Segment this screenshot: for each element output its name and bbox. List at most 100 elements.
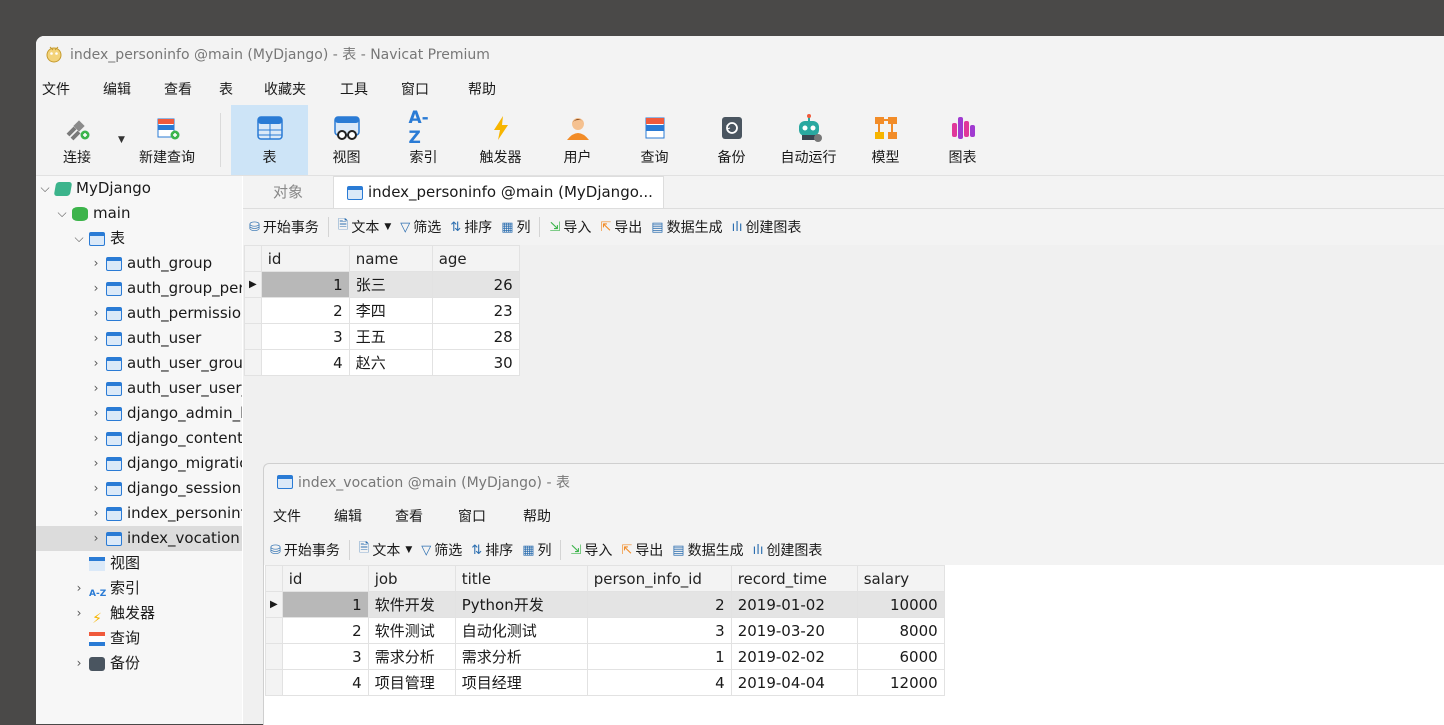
import-button[interactable]: ⇲ 导入 [570,540,612,560]
chevron-right-icon[interactable]: › [72,576,86,601]
chevron-down-icon[interactable]: ⌵ [55,201,69,226]
column-header[interactable]: id [260,245,350,272]
sort-button[interactable]: ⇅ 排序 [471,540,513,560]
column-header[interactable]: id [281,565,369,592]
tree-table-item[interactable]: › django_admin_l [89,401,242,426]
tree-table-item[interactable]: › django_session [89,476,242,501]
chevron-right-icon[interactable]: › [72,651,86,676]
table-row[interactable]: 2 软件测试 自动化测试 3 2019-03-20 8000 [265,617,945,644]
menu-window[interactable]: 窗口 [395,79,462,99]
chevron-right-icon[interactable]: › [89,326,103,351]
tree-table-item[interactable]: › auth_user_user_ [89,376,242,401]
tree-backups-group[interactable]: › 备份 [72,651,140,676]
cell[interactable]: 8000 [856,617,945,644]
cell[interactable]: 王五 [348,323,433,350]
menu-help[interactable]: 帮助 [462,79,514,99]
cell[interactable]: 10000 [856,591,945,618]
column-header[interactable]: name [348,245,433,272]
cell[interactable]: 李四 [348,297,433,324]
cell[interactable]: 2019-01-02 [730,591,858,618]
cell[interactable]: 4 [260,349,350,376]
cell[interactable]: 4 [586,669,732,696]
cell[interactable]: 自动化测试 [454,617,588,644]
tree-triggers-group[interactable]: › ⚡ 触发器 [72,601,155,627]
cell[interactable]: 2 [281,617,369,644]
cell[interactable]: 项目经理 [454,669,588,696]
cell[interactable]: 12000 [856,669,945,696]
table-button[interactable]: 表 [231,105,308,175]
text-button[interactable]: 🗎 文本 ▼ [338,216,391,238]
cell[interactable]: 软件开发 [367,591,456,618]
tree-connection-mydjango[interactable]: ⌵ MyDjango [38,176,151,201]
cell[interactable]: 23 [431,297,520,324]
menu-edit[interactable]: 编辑 [97,79,158,99]
cell[interactable]: 2019-03-20 [730,617,858,644]
cell[interactable]: Python开发 [454,591,588,618]
cell[interactable]: 项目管理 [367,669,456,696]
tree-table-item[interactable]: › django_content [89,426,242,451]
chevron-right-icon[interactable]: › [89,426,103,451]
begin-transaction-button[interactable]: ⛁ 开始事务 [270,540,340,560]
chevron-right-icon[interactable]: › [89,376,103,401]
chevron-right-icon[interactable]: › [89,351,103,376]
menu-favorites[interactable]: 收藏夹 [258,79,334,99]
tree-table-item[interactable]: › auth_user_grou [89,351,242,376]
table-row[interactable]: 2 李四 23 [244,297,520,324]
chevron-down-icon[interactable]: ⌵ [38,176,52,201]
menu-file[interactable]: 文件 [36,79,97,99]
filter-button[interactable]: ▽ 筛选 [400,217,441,237]
chevron-right-icon[interactable]: › [89,401,103,426]
menu-tools[interactable]: 工具 [334,79,395,99]
cell[interactable]: 2019-04-04 [730,669,858,696]
tree-views-group[interactable]: 视图 [72,551,140,576]
automation-button[interactable]: 自动运行 [770,105,847,175]
cell[interactable]: 30 [431,349,520,376]
tree-queries-group[interactable]: 查询 [72,626,140,651]
chevron-right-icon[interactable]: › [72,601,86,626]
begin-transaction-button[interactable]: ⛁ 开始事务 [249,217,319,237]
index-button[interactable]: A-Z 索引 [385,105,462,175]
cell[interactable]: 2 [586,591,732,618]
chevron-right-icon[interactable]: › [89,451,103,476]
columns-button[interactable]: ▦ 列 [501,217,530,237]
cell[interactable]: 4 [281,669,369,696]
cell[interactable]: 赵六 [348,349,433,376]
menu-window[interactable]: 窗口 [452,506,517,526]
import-button[interactable]: ⇲ 导入 [549,217,591,237]
column-header[interactable]: salary [856,565,945,592]
new-query-button[interactable]: 新建查询 [124,105,210,175]
chart-button[interactable]: 图表 [924,105,1001,175]
filter-button[interactable]: ▽ 筛选 [421,540,462,560]
column-header[interactable]: record_time [730,565,858,592]
cell[interactable]: 3 [281,643,369,670]
chevron-right-icon[interactable]: › [89,251,103,276]
cell[interactable]: 3 [586,617,732,644]
sort-button[interactable]: ⇅ 排序 [450,217,492,237]
tab-index-personinfo[interactable]: index_personinfo @main (MyDjango... [333,176,664,208]
cell[interactable]: 需求分析 [454,643,588,670]
export-button[interactable]: ⇱ 导出 [600,217,642,237]
trigger-button[interactable]: 触发器 [462,105,539,175]
model-button[interactable]: 模型 [847,105,924,175]
cell[interactable]: 需求分析 [367,643,456,670]
columns-button[interactable]: ▦ 列 [522,540,551,560]
user-button[interactable]: 用户 [539,105,616,175]
tree-indexes-group[interactable]: › A-Z 索引 [72,576,140,601]
tab-objects[interactable]: 对象 [243,177,333,208]
menu-view[interactable]: 查看 [389,506,452,526]
tree-tables-group[interactable]: ⌵ 表 [72,226,125,251]
chevron-right-icon[interactable]: › [89,526,103,551]
table-row[interactable]: 3 王五 28 [244,323,520,350]
table-row[interactable]: 3 需求分析 需求分析 1 2019-02-02 6000 [265,643,945,670]
table-row[interactable]: 4 项目管理 项目经理 4 2019-04-04 12000 [265,669,945,696]
view-button[interactable]: 视图 [308,105,385,175]
chevron-right-icon[interactable]: › [89,476,103,501]
chevron-right-icon[interactable]: › [89,276,103,301]
menu-table[interactable]: 表 [213,79,258,99]
chevron-right-icon[interactable]: › [89,501,103,526]
cell[interactable]: 1 [260,271,350,298]
connect-button[interactable]: 连接 [36,105,118,175]
cell[interactable]: 26 [431,271,520,298]
cell[interactable]: 2019-02-02 [730,643,858,670]
cell[interactable]: 软件测试 [367,617,456,644]
